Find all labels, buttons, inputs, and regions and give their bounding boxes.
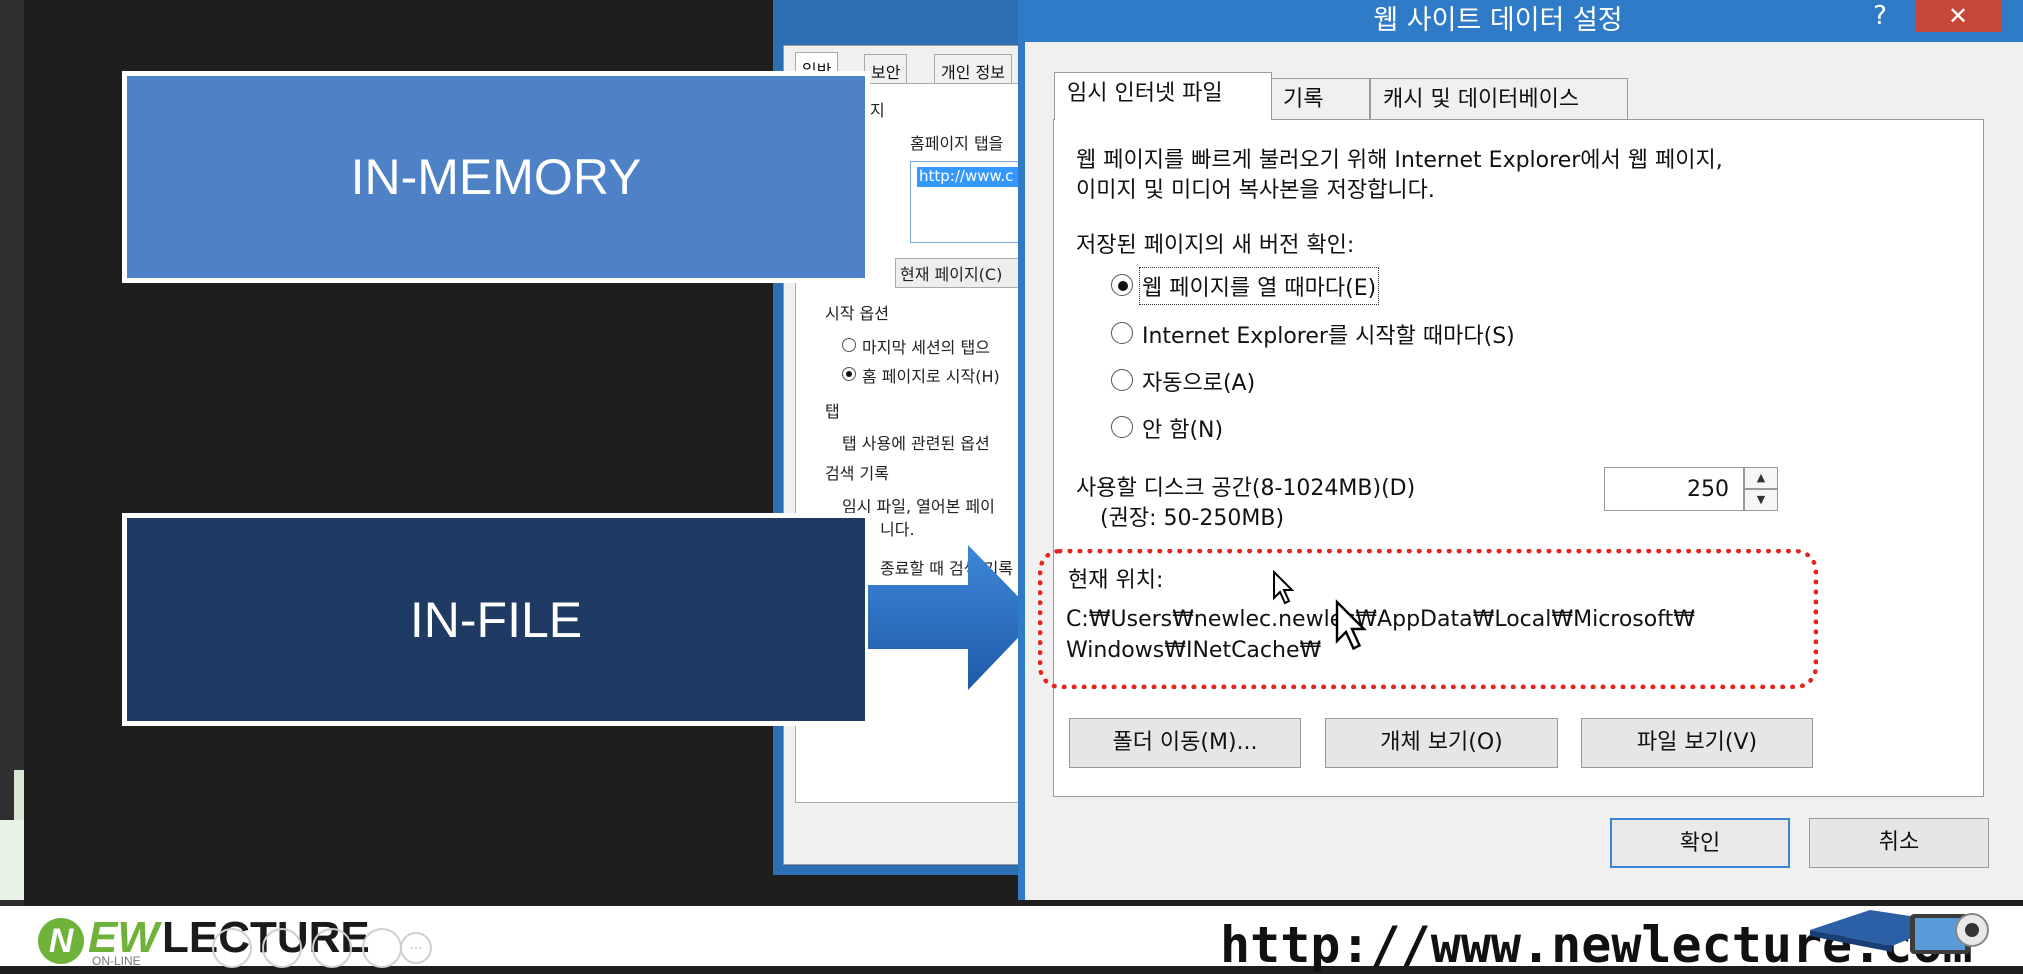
radio-automatic[interactable] bbox=[1111, 369, 1133, 391]
bg-current-page-button[interactable]: 현재 페이지(C) bbox=[895, 258, 1033, 288]
in-file-box: IN-FILE bbox=[127, 518, 865, 721]
left-edge-accent bbox=[14, 770, 24, 820]
ghost-control-icon bbox=[262, 928, 302, 968]
ghost-control-icon bbox=[362, 928, 402, 968]
tab-temporary-internet-files[interactable]: 임시 인터넷 파일 bbox=[1054, 72, 1272, 120]
tab-history[interactable]: 기록 bbox=[1270, 78, 1370, 120]
bg-home-tabs-label: 홈페이지 탭을 bbox=[910, 134, 1004, 153]
close-button[interactable]: ✕ bbox=[1915, 0, 2001, 32]
radio-every-visit-dot bbox=[1118, 281, 1128, 291]
in-memory-box: IN-MEMORY bbox=[127, 76, 865, 278]
bg-tabs-title: 탭 bbox=[825, 402, 840, 421]
tab-panel bbox=[1053, 119, 1984, 797]
bg-start-option-last: 마지막 세션의 탭으 bbox=[862, 338, 990, 357]
radio-every-visit[interactable] bbox=[1111, 274, 1133, 296]
spin-down-arrow-icon[interactable]: ▼ bbox=[1744, 489, 1778, 511]
mouse-cursor-icon bbox=[1273, 570, 1295, 605]
spin-up-arrow-icon[interactable]: ▲ bbox=[1744, 467, 1778, 489]
bg-start-options-title: 시작 옵션 bbox=[825, 304, 889, 323]
radio-automatic-label[interactable]: 자동으로(A) bbox=[1142, 365, 1255, 397]
bg-history-desc-2: 니다. bbox=[880, 520, 915, 539]
left-edge-mint bbox=[0, 820, 24, 900]
bg-history-title: 검색 기록 bbox=[825, 464, 889, 483]
disk-space-recommend: (권장: 50-250MB) bbox=[1100, 506, 1285, 531]
dialog-title: 웹 사이트 데이터 설정 bbox=[1373, 5, 1623, 36]
devices-illustration-icon bbox=[1810, 910, 1989, 954]
newlecture-logo-mark: N bbox=[38, 918, 84, 964]
bg-radio-home-dot bbox=[846, 371, 852, 377]
bg-section-home: 지 bbox=[870, 101, 885, 120]
radio-never-label[interactable]: 안 함(N) bbox=[1142, 412, 1223, 444]
bg-tabs-desc: 탭 사용에 관련된 옵션 bbox=[842, 434, 990, 453]
ghost-control-icon bbox=[312, 928, 352, 968]
bg-radio-home[interactable] bbox=[842, 367, 856, 381]
bg-homepage-url-selected[interactable]: http://www.c bbox=[917, 167, 1027, 187]
ok-button[interactable]: 확인 bbox=[1610, 818, 1790, 868]
view-objects-button[interactable]: 개체 보기(O) bbox=[1325, 718, 1558, 768]
bg-history-desc-1: 임시 파일, 열어본 페이 bbox=[842, 497, 995, 516]
cancel-button[interactable]: 취소 bbox=[1809, 818, 1989, 868]
description-line-2: 이미지 및 미디어 복사본을 저장합니다. bbox=[1076, 178, 1435, 203]
ghost-control-icon bbox=[212, 928, 252, 968]
help-button[interactable]: ? bbox=[1860, 0, 1900, 32]
radio-every-visit-label[interactable]: 웹 페이지를 열 때마다(E) bbox=[1138, 267, 1380, 305]
check-newer-label: 저장된 페이지의 새 버전 확인: bbox=[1076, 233, 1355, 258]
large-mouse-cursor-icon bbox=[1335, 599, 1367, 651]
disk-space-input[interactable]: 250 bbox=[1604, 467, 1744, 511]
view-files-button[interactable]: 파일 보기(V) bbox=[1581, 718, 1813, 768]
highlight-dotted-outline bbox=[1038, 549, 1818, 689]
bg-start-option-home: 홈 페이지로 시작(H) bbox=[862, 367, 1000, 386]
radio-every-start-label[interactable]: Internet Explorer를 시작할 때마다(S) bbox=[1142, 318, 1515, 350]
disk-space-label: 사용할 디스크 공간(8-1024MB)(D) bbox=[1076, 476, 1416, 501]
right-arrow-icon bbox=[868, 545, 1038, 690]
move-folder-button[interactable]: 폴더 이동(M)... bbox=[1069, 718, 1301, 768]
radio-every-start[interactable] bbox=[1111, 322, 1133, 344]
tab-caches-and-databases[interactable]: 캐시 및 데이터베이스 bbox=[1370, 78, 1628, 120]
bg-radio-last-session[interactable] bbox=[842, 338, 856, 352]
more-options-icon: ··· bbox=[400, 932, 432, 964]
radio-never[interactable] bbox=[1111, 416, 1133, 438]
description-line-1: 웹 페이지를 빠르게 불러오기 위해 Internet Explorer에서 웹… bbox=[1076, 148, 1723, 173]
